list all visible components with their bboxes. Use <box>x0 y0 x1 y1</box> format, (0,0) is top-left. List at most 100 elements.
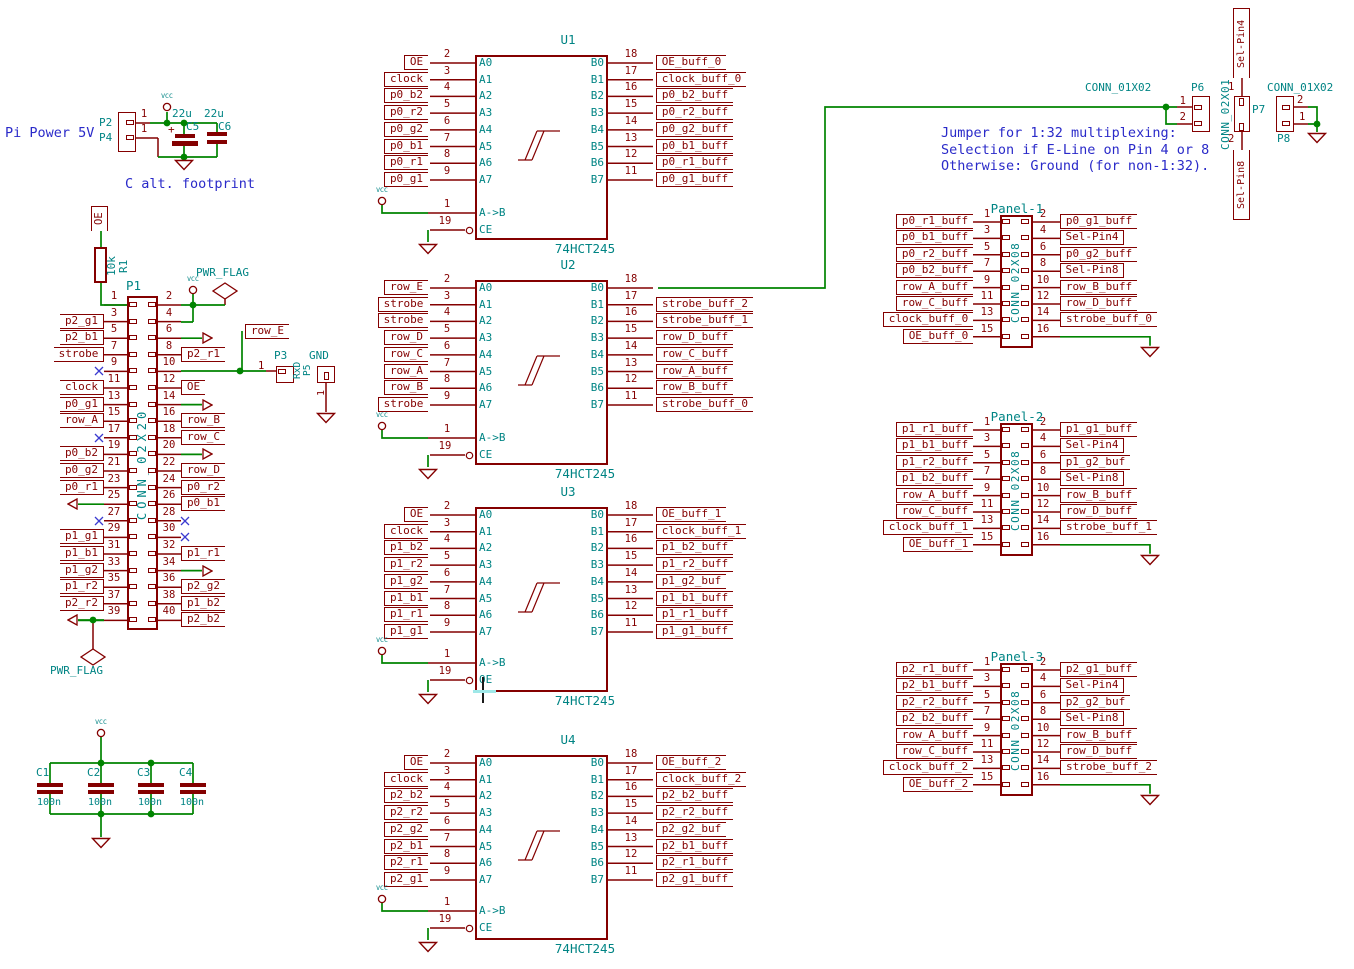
net-label[interactable]: p2_r1 <box>181 347 225 362</box>
net-label[interactable]: Sel-Pin4 <box>1060 438 1124 453</box>
net-label[interactable]: p0_b1_buff <box>656 139 733 154</box>
net-label[interactable]: p0_b2_buff <box>656 88 733 103</box>
gnd-symbol[interactable] <box>316 412 336 424</box>
net-label[interactable]: row_C_buff <box>896 296 973 311</box>
net-label[interactable]: p2_b2_buff <box>896 711 973 726</box>
net-label[interactable]: OE <box>181 380 205 395</box>
net-label[interactable]: p1_r2 <box>384 557 428 572</box>
net-label[interactable]: strobe_buff_0 <box>656 397 753 412</box>
net-label[interactable]: p2_g2_buf <box>656 822 726 837</box>
net-label[interactable]: p1_r1 <box>181 546 225 561</box>
net-label[interactable]: p1_g2_buf <box>656 574 726 589</box>
net-label[interactable]: OE_buff_1 <box>656 507 726 522</box>
gnd-arrow-left[interactable] <box>67 614 78 626</box>
net-label[interactable]: p1_b2 <box>181 596 225 611</box>
net-label[interactable]: p0_r2_buff <box>896 247 973 262</box>
net-label[interactable]: p1_g2 <box>384 574 428 589</box>
net-label[interactable]: p0_r2 <box>384 105 428 120</box>
net-label[interactable]: strobe <box>54 347 104 362</box>
gnd-arrow-right[interactable] <box>202 448 213 460</box>
gnd-symbol[interactable] <box>418 941 438 953</box>
vcc-symbol[interactable] <box>377 196 387 206</box>
vcc-symbol[interactable] <box>188 285 198 295</box>
net-label[interactable]: Sel-Pin4 <box>1060 678 1124 693</box>
net-label[interactable]: OE_buff_0 <box>903 329 973 344</box>
net-label[interactable]: p2_b1_buff <box>896 678 973 693</box>
net-label[interactable]: p1_b2_buff <box>656 540 733 555</box>
gnd-arrow-right[interactable] <box>202 399 213 411</box>
net-label[interactable]: row_C_buff <box>896 744 973 759</box>
net-label[interactable]: p2_r2_buff <box>896 695 973 710</box>
net-label[interactable]: strobe <box>378 313 428 328</box>
net-label[interactable]: row_A_buff <box>656 364 733 379</box>
net-label[interactable]: p2_b2 <box>181 612 225 627</box>
net-label[interactable]: strobe_buff_0 <box>1060 312 1157 327</box>
net-label[interactable]: p2_r2 <box>384 805 428 820</box>
net-label[interactable]: p1_b2 <box>384 540 428 555</box>
net-label[interactable]: p0_r1_buff <box>656 155 733 170</box>
net-label[interactable]: row_B_buff <box>656 380 733 395</box>
net-label[interactable]: p2_g2 <box>181 579 225 594</box>
net-label[interactable]: p0_g1_buff <box>656 172 733 187</box>
connector-p8[interactable] <box>1276 96 1294 132</box>
net-label[interactable]: p2_g1_buff <box>1060 662 1137 677</box>
cap-plate[interactable] <box>138 783 164 787</box>
net-label[interactable]: strobe_buff_1 <box>1060 520 1157 535</box>
net-label[interactable]: row_A_buff <box>896 280 973 295</box>
cap-plate[interactable] <box>138 790 164 794</box>
gnd-symbol[interactable] <box>91 837 111 849</box>
net-label[interactable]: clock <box>384 772 428 787</box>
gnd-symbol[interactable] <box>1140 554 1160 566</box>
net-label[interactable]: p1_b1_buff <box>656 591 733 606</box>
net-label[interactable]: row_B_buff <box>1060 280 1137 295</box>
net-label[interactable]: strobe_buff_1 <box>656 313 753 328</box>
net-label[interactable]: strobe_buff_2 <box>656 297 753 312</box>
net-label[interactable]: p0_b2 <box>384 88 428 103</box>
net-label-selpin4[interactable]: Sel-Pin4 <box>1233 8 1250 78</box>
cap-plate[interactable] <box>172 141 198 146</box>
net-label[interactable]: p1_r2_buff <box>896 455 973 470</box>
net-label[interactable]: clock_buff_1 <box>883 520 973 535</box>
net-label[interactable]: row_C_buff <box>656 347 733 362</box>
gnd-symbol[interactable] <box>418 693 438 705</box>
cap-plate[interactable] <box>37 790 63 794</box>
net-label[interactable]: p0_r1 <box>60 480 104 495</box>
net-label[interactable]: p2_r2 <box>60 596 104 611</box>
net-label[interactable]: p0_r1_buff <box>896 214 973 229</box>
net-label[interactable]: p0_b2_buff <box>896 263 973 278</box>
cap-plate[interactable] <box>180 783 206 787</box>
net-label[interactable]: strobe <box>378 397 428 412</box>
net-label[interactable]: row_A_buff <box>896 728 973 743</box>
net-label[interactable]: OE_buff_1 <box>903 537 973 552</box>
net-label[interactable]: p0_b1 <box>384 139 428 154</box>
net-label-selpin8[interactable]: Sel-Pin8 <box>1233 150 1250 220</box>
vcc-symbol[interactable] <box>377 646 387 656</box>
net-label[interactable]: OE_buff_2 <box>656 755 726 770</box>
cap-plate[interactable] <box>207 140 227 144</box>
net-label[interactable]: row_D <box>384 330 428 345</box>
gnd-arrow-left[interactable] <box>67 498 78 510</box>
net-label[interactable]: row_A <box>60 413 104 428</box>
net-label[interactable]: OE_buff_0 <box>656 55 726 70</box>
net-label[interactable]: p0_r1 <box>384 155 428 170</box>
net-label[interactable]: p0_g2 <box>60 463 104 478</box>
vcc-symbol[interactable] <box>96 728 106 738</box>
connector-p6[interactable] <box>1192 96 1210 132</box>
vcc-symbol[interactable] <box>377 421 387 431</box>
net-label[interactable]: strobe <box>378 297 428 312</box>
net-label[interactable]: p0_r2_buff <box>656 105 733 120</box>
pwr-flag-symbol[interactable] <box>212 282 238 300</box>
net-label[interactable]: row_D_buff <box>1060 744 1137 759</box>
net-label[interactable]: p2_b2_buff <box>656 788 733 803</box>
net-label[interactable]: p2_r2_buff <box>656 805 733 820</box>
net-label[interactable]: clock <box>60 380 104 395</box>
net-label[interactable]: p1_r1_buff <box>896 422 973 437</box>
cap-plate[interactable] <box>88 783 114 787</box>
net-label[interactable]: clock_buff_2 <box>656 772 746 787</box>
vcc-symbol[interactable] <box>162 102 172 112</box>
net-label[interactable]: OE <box>404 507 428 522</box>
net-label[interactable]: clock_buff_2 <box>883 760 973 775</box>
net-label[interactable]: row_A_buff <box>896 488 973 503</box>
net-label[interactable]: Sel-Pin8 <box>1060 471 1124 486</box>
net-label[interactable]: clock_buff_0 <box>883 312 973 327</box>
